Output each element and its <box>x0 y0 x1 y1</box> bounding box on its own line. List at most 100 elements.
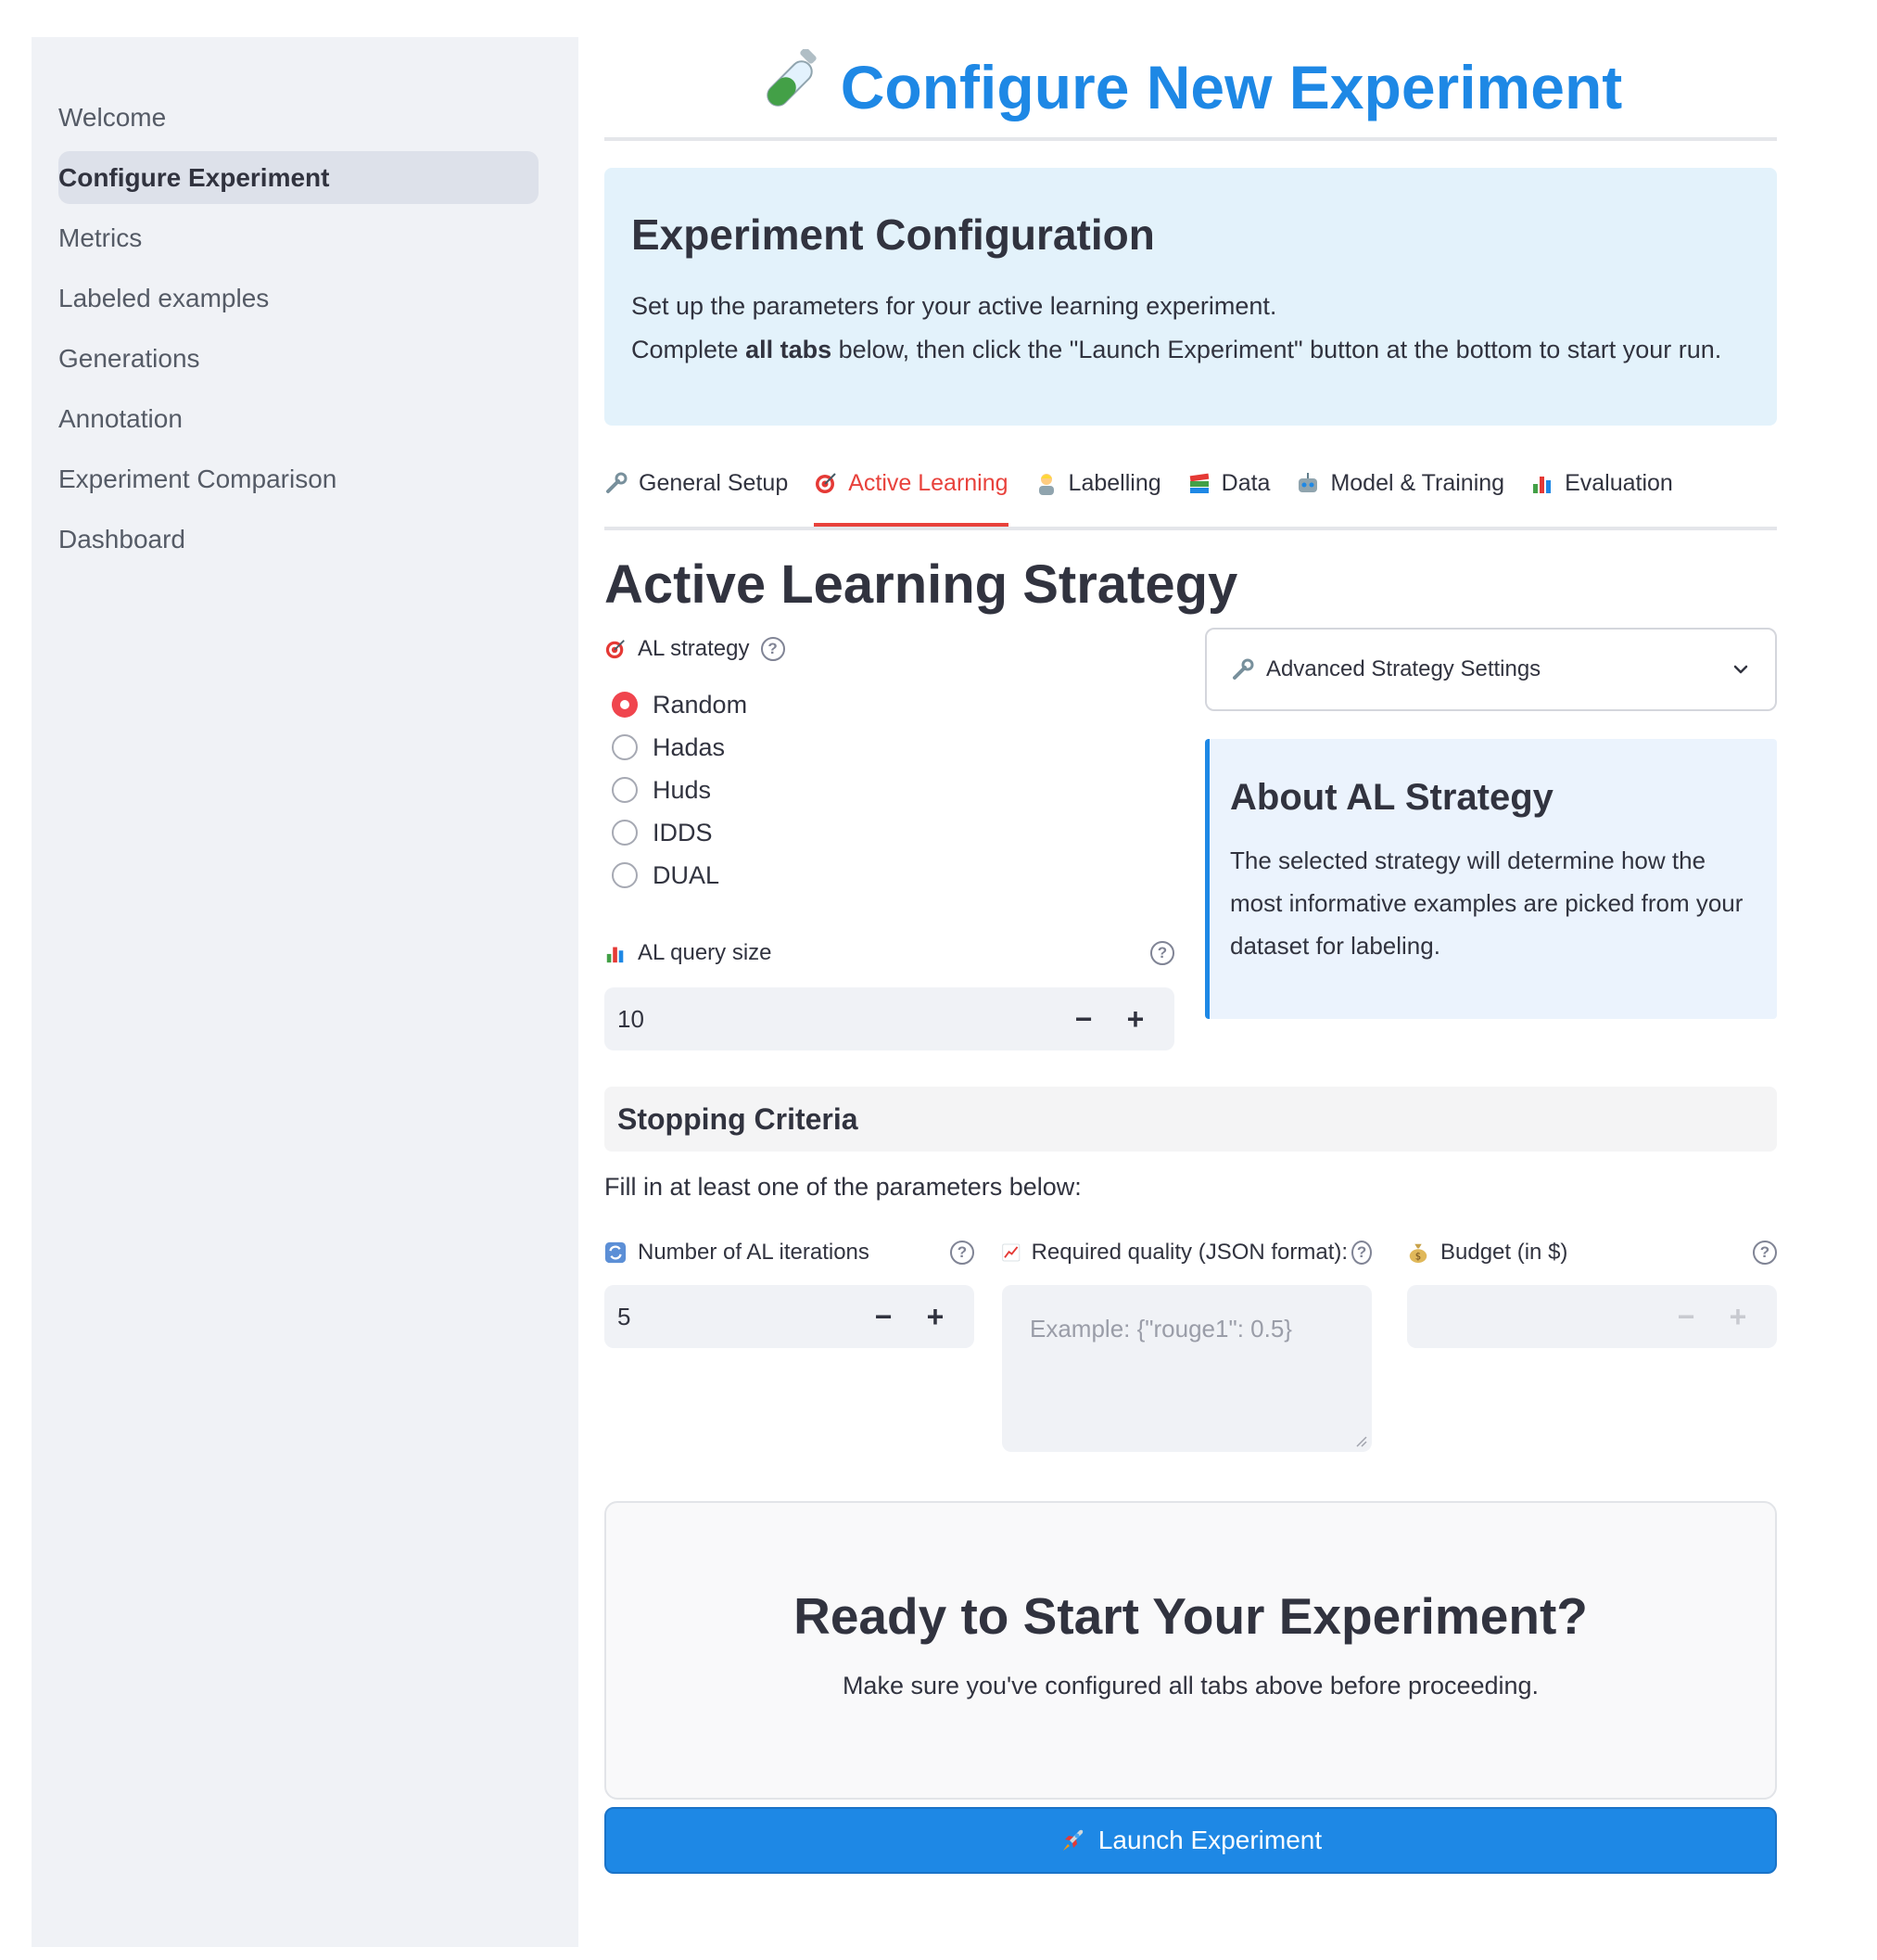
launch-label: Launch Experiment <box>1097 1826 1323 1854</box>
section-title: Active Learning Strategy <box>604 554 1238 615</box>
target-icon <box>605 640 625 659</box>
decrement-button[interactable]: − <box>1058 987 1110 1050</box>
budget-label-text: Budget (in $) <box>1440 1240 1568 1265</box>
radio-dual[interactable]: DUAL <box>604 854 1174 897</box>
intro-line-2-bold: all tabs <box>745 336 832 363</box>
sidebar-item-metrics[interactable]: Metrics <box>58 211 539 264</box>
intro-line-2-pre: Complete <box>631 336 746 363</box>
person-icon <box>1038 474 1054 495</box>
sidebar-item-labeled-examples[interactable]: Labeled examples <box>58 272 539 325</box>
radio-dot[interactable] <box>612 692 638 718</box>
stopping-criteria-header: Stopping Criteria <box>604 1087 1777 1152</box>
test-tube-icon <box>767 49 817 107</box>
tab-bar: General Setup Active Learning Labelling … <box>604 455 1777 531</box>
tab-model-training[interactable]: Model & Training <box>1296 455 1504 511</box>
iterations-input[interactable]: 5 − + <box>604 1285 974 1348</box>
tab-data[interactable]: Data <box>1187 455 1270 511</box>
advanced-strategy-expander[interactable]: Advanced Strategy Settings <box>1205 628 1777 711</box>
help-icon[interactable]: ? <box>950 1241 974 1265</box>
help-icon[interactable]: ? <box>1753 1241 1777 1265</box>
intro-line-2: Complete all tabs below, then click the … <box>631 328 1750 372</box>
tab-label: General Setup <box>639 469 789 496</box>
page-title: Configure New Experiment <box>604 37 1777 137</box>
al-query-size-value[interactable]: 10 <box>617 1005 1058 1034</box>
decrement-button[interactable]: − <box>1660 1285 1712 1348</box>
help-icon[interactable]: ? <box>760 637 785 661</box>
tab-evaluation[interactable]: Evaluation <box>1530 455 1673 511</box>
tab-label: Model & Training <box>1330 469 1505 496</box>
budget-column: $ Budget (in $) ? − + <box>1407 1231 1777 1348</box>
help-icon[interactable]: ? <box>1150 941 1174 965</box>
radio-random[interactable]: Random <box>604 683 1174 726</box>
increment-button[interactable]: + <box>1110 987 1161 1050</box>
al-query-size-input[interactable]: 10 − + <box>604 987 1174 1050</box>
al-strategy-radio-group: Random Hadas Huds IDDS DUAL <box>604 683 1174 897</box>
robot-icon <box>1299 473 1318 492</box>
quality-label-text: Required quality (JSON format): <box>1031 1240 1349 1265</box>
bar-chart-icon <box>606 947 624 963</box>
radio-label: DUAL <box>653 860 720 889</box>
sidebar-item-welcome[interactable]: Welcome <box>58 91 539 144</box>
quality-placeholder: Example: {"rouge1": 0.5} <box>1030 1315 1292 1343</box>
sidebar-item-annotation[interactable]: Annotation <box>58 392 539 445</box>
stopping-criteria-fields: Number of AL iterations ? 5 − + Required… <box>604 1231 1777 1477</box>
about-text: The selected strategy will determine how… <box>1230 846 1744 960</box>
sidebar: Welcome Configure Experiment Metrics Lab… <box>32 37 578 1947</box>
wrench-icon <box>606 472 628 493</box>
radio-dot[interactable] <box>612 820 638 846</box>
help-icon[interactable]: ? <box>1351 1241 1372 1265</box>
wrench-icon <box>1233 658 1254 680</box>
iterations-column: Number of AL iterations ? 5 − + <box>604 1231 974 1348</box>
sidebar-item-generations[interactable]: Generations <box>58 332 539 385</box>
tab-active-learning[interactable]: Active Learning <box>814 455 1008 527</box>
budget-input[interactable]: − + <box>1407 1285 1777 1348</box>
intro-line-1: Set up the parameters for your active le… <box>631 292 1277 320</box>
ready-box: Ready to Start Your Experiment? Make sur… <box>604 1501 1777 1800</box>
page-title-text: Configure New Experiment <box>840 53 1623 121</box>
tab-labelling[interactable]: Labelling <box>1034 455 1161 511</box>
radio-hadas[interactable]: Hadas <box>604 726 1174 769</box>
budget-label: $ Budget (in $) ? <box>1407 1231 1777 1274</box>
repeat-icon <box>604 1241 627 1264</box>
increment-button[interactable]: + <box>909 1285 961 1348</box>
resize-handle-icon[interactable] <box>1355 1435 1368 1448</box>
quality-textarea[interactable]: Example: {"rouge1": 0.5} <box>1002 1285 1372 1452</box>
al-query-size-label: AL query size ? <box>604 932 1174 974</box>
radio-label: Random <box>653 690 748 719</box>
radio-idds[interactable]: IDDS <box>604 811 1174 854</box>
intro-heading: Experiment Configuration <box>631 210 1155 259</box>
sidebar-item-configure-experiment[interactable]: Configure Experiment <box>58 151 539 204</box>
intro-box: Experiment Configuration Set up the para… <box>604 168 1777 426</box>
iterations-label-text: Number of AL iterations <box>638 1240 869 1265</box>
chart-increasing-icon <box>1002 1243 1021 1262</box>
iterations-label: Number of AL iterations ? <box>604 1231 974 1274</box>
target-icon <box>816 473 836 493</box>
stopping-criteria-subtitle: Fill in at least one of the parameters b… <box>604 1173 1082 1201</box>
radio-dot[interactable] <box>612 734 638 760</box>
about-heading: About AL Strategy <box>1230 777 1554 818</box>
sidebar-nav: Welcome Configure Experiment Metrics Lab… <box>58 91 539 573</box>
chevron-down-icon[interactable] <box>1731 659 1751 680</box>
quality-column: Required quality (JSON format): ? Exampl… <box>1002 1231 1372 1452</box>
svg-text:$: $ <box>1415 1252 1421 1262</box>
quality-label: Required quality (JSON format): ? <box>1002 1231 1372 1274</box>
books-icon <box>1189 473 1209 493</box>
radio-label: IDDS <box>653 818 713 846</box>
launch-experiment-button[interactable]: Launch Experiment <box>604 1807 1777 1874</box>
advanced-strategy-label: Advanced Strategy Settings <box>1266 656 1541 681</box>
radio-huds[interactable]: Huds <box>604 769 1174 811</box>
strategy-columns: AL strategy ? Random Hadas Huds IDDS DUA… <box>604 628 1777 1087</box>
ready-heading: Ready to Start Your Experiment? <box>793 1587 1588 1645</box>
al-query-size-label-text: AL query size <box>638 940 772 965</box>
ready-text: Make sure you've configured all tabs abo… <box>842 1672 1540 1699</box>
iterations-value[interactable]: 5 <box>617 1303 857 1331</box>
sidebar-item-dashboard[interactable]: Dashboard <box>58 513 539 566</box>
increment-button[interactable]: + <box>1712 1285 1764 1348</box>
decrement-button[interactable]: − <box>857 1285 909 1348</box>
tab-general-setup[interactable]: General Setup <box>604 455 788 511</box>
al-strategy-label-text: AL strategy <box>638 636 750 661</box>
radio-dot[interactable] <box>612 777 638 803</box>
radio-dot[interactable] <box>612 862 638 888</box>
strategy-right-column: Advanced Strategy Settings About AL Stra… <box>1205 628 1777 1019</box>
sidebar-item-experiment-comparison[interactable]: Experiment Comparison <box>58 452 539 505</box>
